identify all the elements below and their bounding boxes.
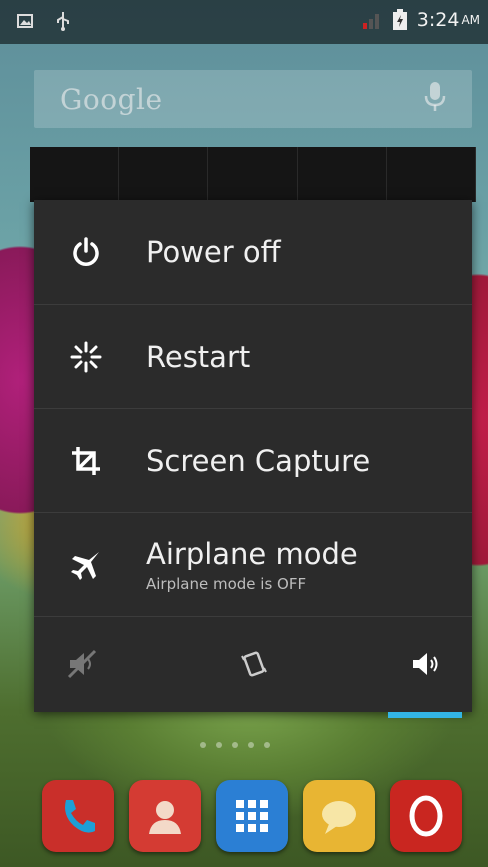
power-off-label: Power off bbox=[146, 235, 281, 269]
status-bar: 3:24 AM bbox=[0, 0, 488, 44]
usb-icon bbox=[52, 10, 74, 32]
clock: 3:24 bbox=[416, 9, 460, 31]
battery-icon bbox=[389, 9, 411, 31]
silent-icon[interactable] bbox=[60, 644, 104, 684]
screen-capture-item[interactable]: Screen Capture bbox=[34, 409, 472, 513]
airplane-mode-label: Airplane mode bbox=[146, 537, 358, 571]
signal-icon bbox=[361, 9, 383, 31]
power-off-item[interactable]: Power off bbox=[34, 200, 472, 304]
restart-label: Restart bbox=[146, 340, 251, 374]
app-drawer-icon[interactable] bbox=[216, 780, 288, 852]
restart-item[interactable]: Restart bbox=[34, 305, 472, 409]
page-indicator bbox=[200, 742, 270, 748]
phone-app-icon[interactable] bbox=[42, 780, 114, 852]
restart-icon bbox=[66, 337, 106, 377]
opera-app-icon[interactable] bbox=[390, 780, 462, 852]
airplane-mode-status: Airplane mode is OFF bbox=[146, 575, 307, 593]
sound-on-icon[interactable] bbox=[404, 644, 448, 684]
airplane-mode-item[interactable]: Airplane mode Airplane mode is OFF bbox=[34, 513, 472, 617]
vibrate-icon[interactable] bbox=[232, 644, 276, 684]
gallery-notification-icon bbox=[14, 10, 36, 32]
search-placeholder: Google bbox=[60, 82, 163, 116]
sound-mode-row bbox=[34, 616, 472, 718]
quick-settings-strip bbox=[30, 147, 477, 202]
contacts-app-icon[interactable] bbox=[129, 780, 201, 852]
crop-icon bbox=[66, 441, 106, 481]
clock-ampm: AM bbox=[461, 13, 480, 27]
power-menu-dialog: Power off Restart Screen Capture Airplan… bbox=[34, 200, 472, 718]
dock bbox=[0, 780, 488, 867]
messaging-app-icon[interactable] bbox=[303, 780, 375, 852]
google-search-bar[interactable]: Google bbox=[34, 70, 472, 128]
mic-icon[interactable] bbox=[424, 81, 446, 117]
power-icon bbox=[66, 232, 106, 272]
airplane-icon bbox=[66, 545, 106, 585]
selected-indicator bbox=[388, 712, 462, 718]
screen-capture-label: Screen Capture bbox=[146, 444, 371, 478]
